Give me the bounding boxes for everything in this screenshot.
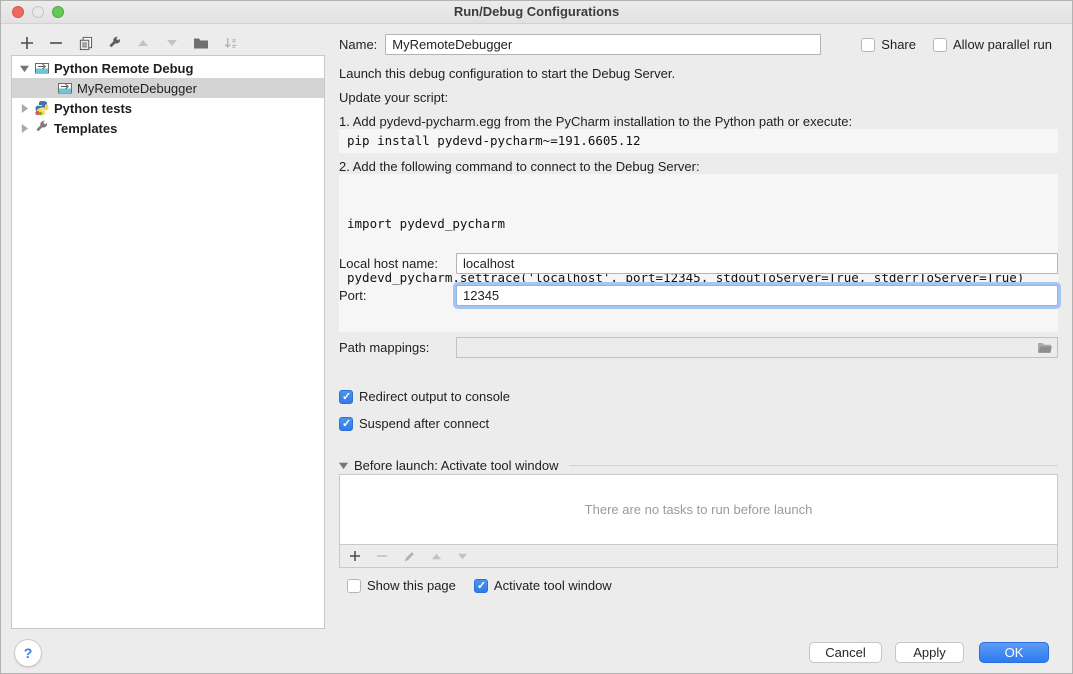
checkbox-checked-icon: [474, 579, 488, 593]
before-launch-label: Before launch: Activate tool window: [354, 458, 559, 473]
port-label: Port:: [339, 288, 456, 303]
allow-parallel-run-checkbox[interactable]: Allow parallel run: [933, 37, 1052, 52]
allow-parallel-run-label: Allow parallel run: [953, 37, 1052, 52]
path-mappings-label: Path mappings:: [339, 340, 456, 355]
checkbox-checked-icon: [339, 390, 353, 404]
move-down-button[interactable]: [164, 35, 180, 51]
section-divider: [569, 465, 1058, 466]
plus-icon: [20, 36, 34, 50]
checkbox-unchecked-icon: [933, 38, 947, 52]
no-tasks-text: There are no tasks to run before launch: [585, 502, 813, 517]
move-task-down-button[interactable]: [457, 551, 468, 562]
task-list-toolbar: [339, 545, 1058, 568]
checkbox-checked-icon: [339, 417, 353, 431]
before-launch-task-list: There are no tasks to run before launch: [339, 474, 1058, 545]
show-this-page-label: Show this page: [367, 578, 456, 593]
chevron-right-icon[interactable]: [20, 124, 30, 133]
before-launch-section-header[interactable]: Before launch: Activate tool window: [339, 458, 1058, 473]
apply-button[interactable]: Apply: [895, 642, 964, 663]
add-configuration-button[interactable]: [19, 35, 35, 51]
redirect-output-label: Redirect output to console: [359, 389, 510, 404]
chevron-down-icon: [457, 551, 468, 562]
chevron-down-icon[interactable]: [20, 64, 30, 73]
step2-text: 2. Add the following command to connect …: [339, 159, 1058, 175]
chevron-down-icon: [166, 37, 178, 49]
copy-icon: [78, 36, 93, 51]
tree-item-label: MyRemoteDebugger: [77, 81, 197, 96]
port-input[interactable]: [456, 285, 1058, 306]
pencil-icon: [403, 550, 416, 563]
plus-icon: [349, 550, 361, 562]
create-folder-button[interactable]: [193, 35, 209, 51]
tree-item-label: Python tests: [54, 101, 132, 116]
sort-alpha-icon: [223, 36, 238, 51]
tree-item-myremotedebugger[interactable]: MyRemoteDebugger: [12, 78, 324, 98]
move-up-button[interactable]: [135, 35, 151, 51]
update-script-text: Update your script:: [339, 90, 1058, 106]
edit-defaults-button[interactable]: [106, 35, 122, 51]
titlebar: Run/Debug Configurations: [1, 1, 1072, 24]
remove-task-button[interactable]: [376, 550, 388, 562]
minus-icon: [49, 36, 63, 50]
window-title: Run/Debug Configurations: [1, 4, 1072, 19]
move-task-up-button[interactable]: [431, 551, 442, 562]
chevron-up-icon: [431, 551, 442, 562]
configurations-tree: Python Remote Debug MyRemoteDebugger: [11, 55, 325, 629]
name-input[interactable]: [385, 34, 821, 55]
intro-text: Launch this debug configuration to start…: [339, 66, 1058, 82]
chevron-right-icon[interactable]: [20, 104, 30, 113]
checkbox-unchecked-icon: [861, 38, 875, 52]
chevron-up-icon: [137, 37, 149, 49]
local-host-name-label: Local host name:: [339, 256, 456, 271]
tree-item-python-tests[interactable]: Python tests: [12, 98, 324, 118]
redirect-output-checkbox[interactable]: Redirect output to console: [339, 389, 1058, 404]
help-button[interactable]: ?: [14, 639, 42, 667]
tree-item-templates[interactable]: Templates: [12, 118, 324, 138]
share-label: Share: [881, 37, 916, 52]
step1-text: 1. Add pydevd-pycharm.egg from the PyCha…: [339, 114, 1058, 130]
show-this-page-checkbox[interactable]: Show this page: [347, 578, 456, 593]
settrace-code-line1: import pydevd_pycharm: [347, 215, 1050, 233]
tree-item-label: Templates: [54, 121, 117, 136]
ok-button[interactable]: OK: [979, 642, 1049, 663]
cancel-button[interactable]: Cancel: [809, 642, 882, 663]
activate-tool-window-label: Activate tool window: [494, 578, 612, 593]
copy-configuration-button[interactable]: [77, 35, 93, 51]
python-tests-icon: [34, 100, 50, 116]
share-checkbox[interactable]: Share: [861, 37, 916, 52]
chevron-down-icon: [339, 461, 348, 470]
remove-configuration-button[interactable]: [48, 35, 64, 51]
suspend-after-connect-label: Suspend after connect: [359, 416, 489, 431]
new-folder-icon: [193, 35, 209, 51]
help-icon: ?: [24, 645, 33, 661]
configurations-toolbar: [19, 33, 238, 53]
remote-debug-icon: [57, 80, 73, 96]
remote-debug-icon: [34, 60, 50, 76]
minus-icon: [376, 550, 388, 562]
edit-task-button[interactable]: [403, 550, 416, 563]
pip-install-code: pip install pydevd-pycharm~=191.6605.12: [339, 129, 1058, 153]
run-debug-configurations-dialog: Run/Debug Configurations: [0, 0, 1073, 674]
add-task-button[interactable]: [349, 550, 361, 562]
local-host-name-input[interactable]: [456, 253, 1058, 274]
tree-item-label: Python Remote Debug: [54, 61, 193, 76]
tree-item-python-remote-debug[interactable]: Python Remote Debug: [12, 58, 324, 78]
folder-open-icon: [1037, 341, 1053, 355]
wrench-icon: [107, 36, 122, 51]
sort-configurations-button[interactable]: [222, 35, 238, 51]
name-label: Name:: [339, 37, 377, 52]
activate-tool-window-checkbox[interactable]: Activate tool window: [474, 578, 612, 593]
checkbox-unchecked-icon: [347, 579, 361, 593]
path-mappings-field[interactable]: [456, 337, 1058, 358]
templates-wrench-icon: [34, 120, 50, 136]
suspend-after-connect-checkbox[interactable]: Suspend after connect: [339, 416, 1058, 431]
